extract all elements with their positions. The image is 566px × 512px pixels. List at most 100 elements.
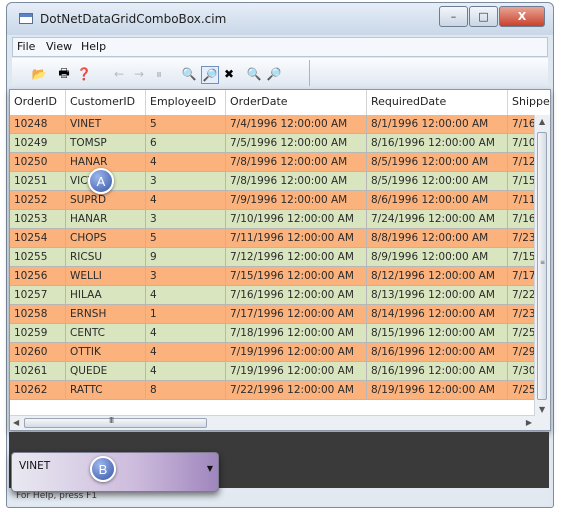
table-row[interactable]: 10249 TOMSP 6 7/5/1996 12:00:00 AM 8/16/1996… [10,134,550,153]
scroll-left-icon[interactable]: ◀ [13,418,19,427]
table-cell[interactable]: 10257 [10,286,66,305]
table-cell[interactable]: 7/10/1996 12:00:00 AM [226,210,367,229]
table-cell[interactable]: 3 [146,210,226,229]
table-cell[interactable]: CENTC [66,324,146,343]
table-cell[interactable]: 8/13/1996 12:00:00 AM [367,286,508,305]
table-cell[interactable]: 10259 [10,324,66,343]
table-cell[interactable]: SUPRD [66,191,146,210]
horizontal-scroll-thumb[interactable]: III [24,416,207,428]
table-row[interactable]: 10258 ERNSH 1 7/17/1996 12:00:00 AM 8/14/199… [10,305,550,324]
table-row[interactable]: 10250 HANAR 4 7/8/1996 12:00:00 AM 8/5/1996 … [10,153,550,172]
table-cell[interactable]: RICSU [66,248,146,267]
table-cell[interactable]: 8/12/1996 12:00:00 AM [367,267,508,286]
table-cell[interactable]: 7/15/1996 12:00:00 AM [226,267,367,286]
table-cell[interactable]: 7/11/1996 12:00:00 AM [226,229,367,248]
table-cell[interactable]: 10258 [10,305,66,324]
table-cell[interactable]: 7/22/1996 12:00:00 AM [226,381,367,400]
menu-file[interactable]: File [17,40,35,53]
horizontal-scrollbar[interactable]: ◀ III ▶ [10,415,535,430]
table-cell[interactable]: 7/9/1996 12:00:00 AM [226,191,367,210]
table-cell[interactable]: TOMSP [66,134,146,153]
column-header[interactable]: RequiredDate [367,90,508,115]
column-header[interactable]: EmployeeID [146,90,226,115]
table-cell[interactable]: HILAA [66,286,146,305]
disconnect-icon[interactable]: ✖ [221,66,237,82]
table-cell[interactable]: VINET [66,115,146,134]
table-cell[interactable]: 7/18/1996 12:00:00 AM [226,324,367,343]
table-cell[interactable]: 8/5/1996 12:00:00 AM [367,153,508,172]
scroll-down-icon[interactable]: ▼ [539,405,545,414]
table-cell[interactable]: ERNSH [66,305,146,324]
menu-help[interactable]: Help [81,40,106,53]
table-cell[interactable]: 7/4/1996 12:00:00 AM [226,115,367,134]
table-cell[interactable]: 7/8/1996 12:00:00 AM [226,172,367,191]
table-cell[interactable]: 10256 [10,267,66,286]
table-cell[interactable]: 5 [146,229,226,248]
table-cell[interactable]: WELLI [66,267,146,286]
scroll-up-icon[interactable]: ▲ [539,117,545,126]
table-cell[interactable]: HANAR [66,210,146,229]
back-arrow-icon[interactable]: ← [111,66,127,82]
table-cell[interactable]: 10252 [10,191,66,210]
table-cell[interactable]: 8/9/1996 12:00:00 AM [367,248,508,267]
table-cell[interactable]: 4 [146,362,226,381]
print-preview-icon[interactable]: 🖶 [56,66,72,82]
table-cell[interactable]: 8/16/1996 12:00:00 AM [367,134,508,153]
column-header[interactable]: OrderID [10,90,66,115]
table-cell[interactable]: 10250 [10,153,66,172]
table-cell[interactable]: 10254 [10,229,66,248]
table-row[interactable]: 10261 QUEDE 4 7/19/1996 12:00:00 AM 8/16/199… [10,362,550,381]
table-cell[interactable]: 10255 [10,248,66,267]
table-cell[interactable]: 8/8/1996 12:00:00 AM [367,229,508,248]
data-grid[interactable]: OrderID CustomerID EmployeeID OrderDate Requ… [9,89,551,431]
table-cell[interactable]: 7/12/1996 12:00:00 AM [226,248,367,267]
zoom-region-icon[interactable]: 🔎 [201,66,219,84]
table-cell[interactable]: 5 [146,115,226,134]
table-cell[interactable]: 6 [146,134,226,153]
table-cell[interactable]: 1 [146,305,226,324]
table-row[interactable]: 10260 OTTIK 4 7/19/1996 12:00:00 AM 8/16/199… [10,343,550,362]
table-cell[interactable]: 8/14/1996 12:00:00 AM [367,305,508,324]
maximize-button[interactable]: □ [469,6,498,27]
table-cell[interactable]: 10249 [10,134,66,153]
table-cell[interactable]: 9 [146,248,226,267]
zoom-out-icon[interactable]: 🔎 [266,66,282,82]
scroll-right-icon[interactable]: ▶ [526,418,532,427]
minimize-button[interactable]: – [439,6,468,27]
open-folder-icon[interactable]: 📂 [31,66,47,82]
table-cell[interactable]: 10251 [10,172,66,191]
table-row[interactable]: 10254 CHOPS 5 7/11/1996 12:00:00 AM 8/8/1996… [10,229,550,248]
table-cell[interactable]: 10261 [10,362,66,381]
forward-arrow-icon[interactable]: → [131,66,147,82]
table-cell[interactable]: 10248 [10,115,66,134]
help-pointer-icon[interactable]: ❓ [76,66,92,82]
table-row[interactable]: 10253 HANAR 3 7/10/1996 12:00:00 AM 7/24/199… [10,210,550,229]
table-row[interactable]: 10257 HILAA 4 7/16/1996 12:00:00 AM 8/13/199… [10,286,550,305]
table-cell[interactable]: 4 [146,343,226,362]
column-header[interactable]: OrderDate [226,90,367,115]
table-row[interactable]: 10259 CENTC 4 7/18/1996 12:00:00 AM 8/15/199… [10,324,550,343]
zoom-in-icon[interactable]: 🔍 [246,66,262,82]
table-cell[interactable]: 4 [146,286,226,305]
table-cell[interactable]: OTTIK [66,343,146,362]
table-row[interactable]: 10262 RATTC 8 7/22/1996 12:00:00 AM 8/19/199… [10,381,550,400]
table-cell[interactable]: 8/16/1996 12:00:00 AM [367,362,508,381]
table-cell[interactable]: 8/16/1996 12:00:00 AM [367,343,508,362]
stop-icon[interactable]: ⏸ [151,66,167,82]
table-cell[interactable]: 7/16/1996 12:00:00 AM [226,286,367,305]
chevron-down-icon[interactable]: ▼ [207,464,213,473]
table-cell[interactable]: 7/5/1996 12:00:00 AM [226,134,367,153]
close-button[interactable]: X [499,6,545,27]
table-cell[interactable]: CHOPS [66,229,146,248]
table-cell[interactable]: 8/1/1996 12:00:00 AM [367,115,508,134]
column-header[interactable]: CustomerID [66,90,146,115]
table-row[interactable]: 10256 WELLI 3 7/15/1996 12:00:00 AM 8/12/199… [10,267,550,286]
table-cell[interactable]: 7/8/1996 12:00:00 AM [226,153,367,172]
menu-view[interactable]: View [46,40,72,53]
table-cell[interactable]: 8/5/1996 12:00:00 AM [367,172,508,191]
table-cell[interactable]: 4 [146,324,226,343]
table-row[interactable]: 10248 VINET 5 7/4/1996 12:00:00 AM 8/1/1996 … [10,115,550,134]
table-cell[interactable]: 7/17/1996 12:00:00 AM [226,305,367,324]
table-cell[interactable]: 8/6/1996 12:00:00 AM [367,191,508,210]
vertical-scrollbar[interactable]: ▲ ≡ ▼ [534,115,550,416]
